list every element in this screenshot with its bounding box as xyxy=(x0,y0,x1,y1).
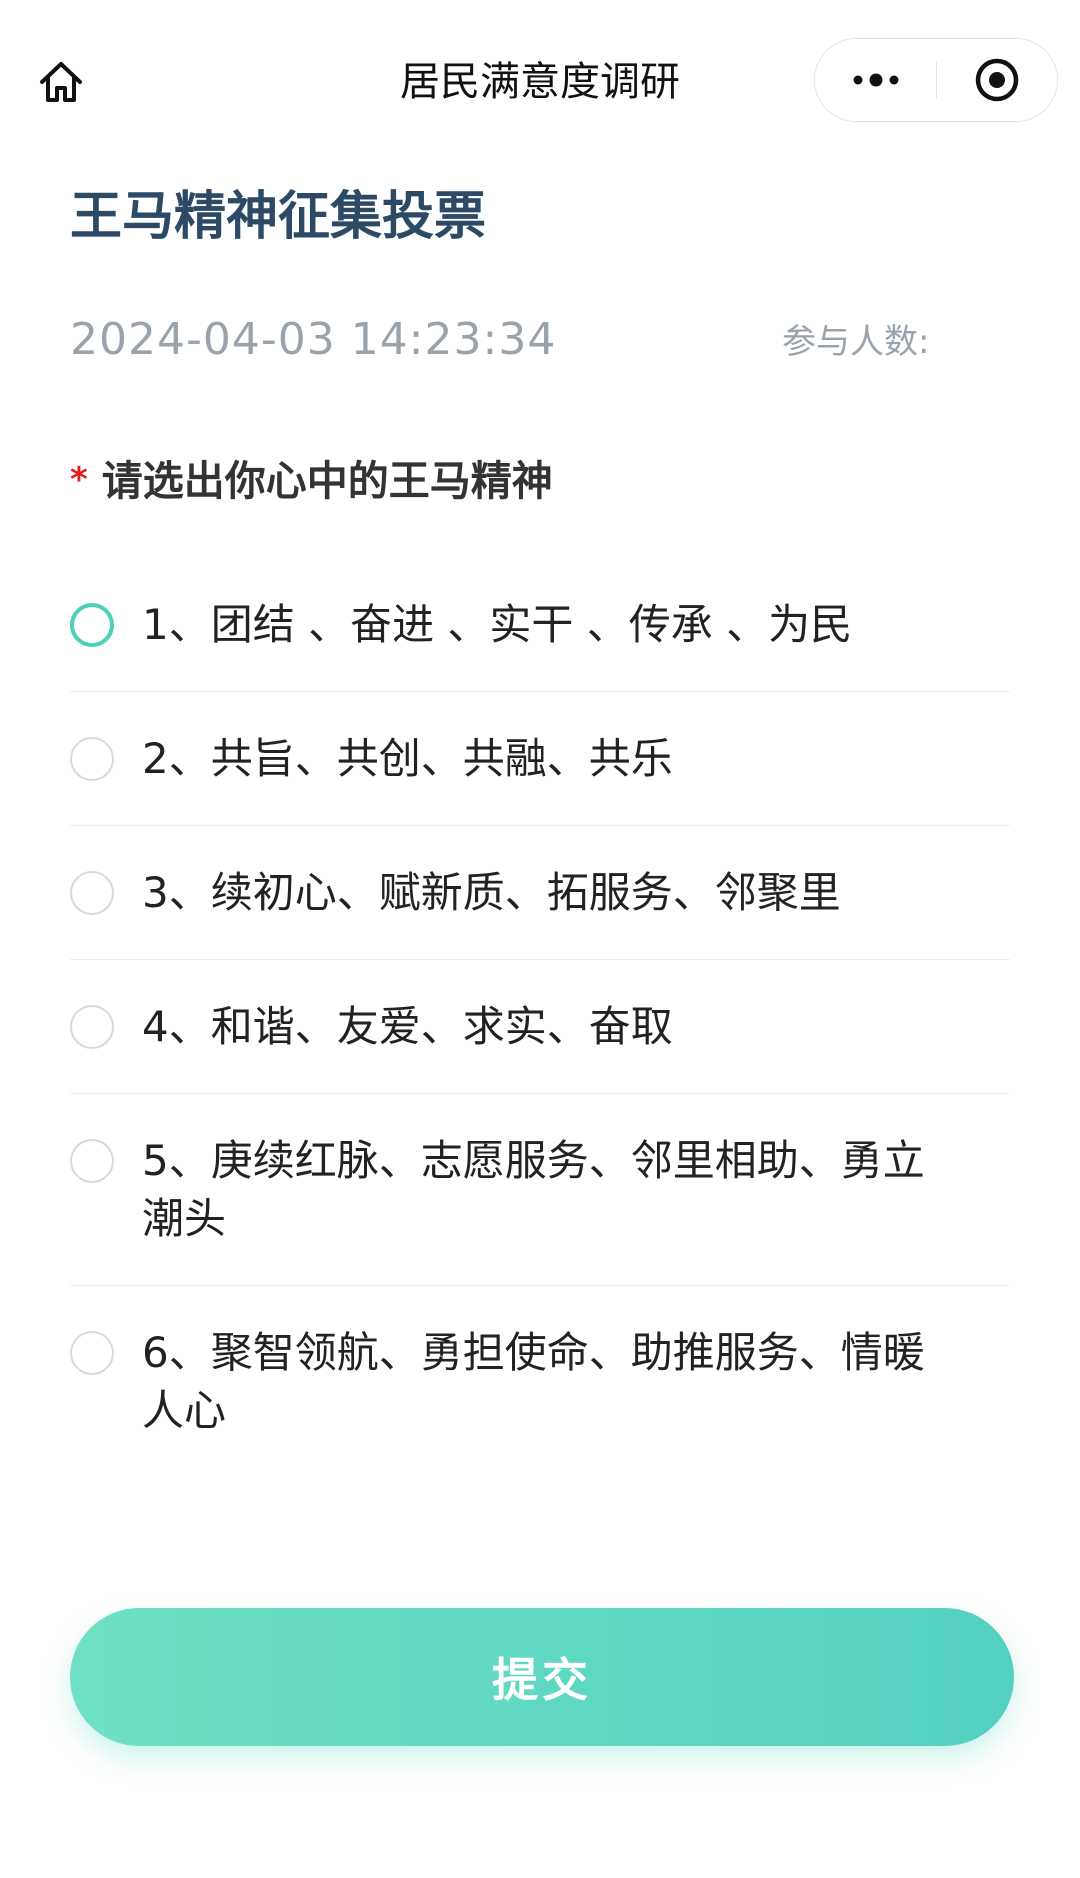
submit-button[interactable]: 提交 xyxy=(70,1608,1014,1746)
option-5[interactable]: 5、庚续红脉、志愿服务、邻里相助、勇立潮头 xyxy=(70,1094,1010,1286)
more-dots-icon xyxy=(853,73,898,87)
top-nav-bar: 居民满意度调研 xyxy=(0,0,1080,160)
survey-meta: 2024-04-03 14:23:34 参与人数: xyxy=(70,312,1010,368)
miniprogram-capsule xyxy=(814,38,1058,122)
option-label: 4、和谐、友爱、求实、奋取 xyxy=(142,1002,673,1051)
option-label: 1、团结 、奋进 、实干 、传承 、为民 xyxy=(142,600,853,649)
option-label: 6、聚智领航、勇担使命、助推服务、情暖人心 xyxy=(142,1328,925,1435)
radio-button[interactable] xyxy=(70,737,114,781)
radio-button-focused[interactable] xyxy=(70,603,114,647)
option-4[interactable]: 4、和谐、友爱、求实、奋取 xyxy=(70,960,1010,1094)
participants-count-label: 参与人数: xyxy=(782,322,930,362)
home-button[interactable] xyxy=(28,50,94,114)
radio-button[interactable] xyxy=(70,1005,114,1049)
question-prompt: * 请选出你心中的王马精神 xyxy=(70,452,553,509)
close-miniprogram-button[interactable] xyxy=(937,39,1057,121)
survey-timestamp: 2024-04-03 14:23:34 xyxy=(70,314,557,365)
question-text: 请选出你心中的王马精神 xyxy=(101,457,553,505)
option-label: 2、共旨、共创、共融、共乐 xyxy=(142,734,673,783)
home-icon xyxy=(40,62,82,102)
required-marker: * xyxy=(70,460,88,500)
radio-button[interactable] xyxy=(70,871,114,915)
option-1[interactable]: 1、团结 、奋进 、实干 、传承 、为民 xyxy=(70,558,1010,692)
survey-title: 王马精神征集投票 xyxy=(70,187,487,247)
miniprogram-close-icon xyxy=(975,58,1019,102)
radio-button[interactable] xyxy=(70,1331,114,1375)
option-label: 3、续初心、赋新质、拓服务、邻聚里 xyxy=(142,868,841,917)
more-button[interactable] xyxy=(815,39,936,121)
option-list: 1、团结 、奋进 、实干 、传承 、为民 2、共旨、共创、共融、共乐 3、续初心… xyxy=(70,558,1010,1477)
option-6[interactable]: 6、聚智领航、勇担使命、助推服务、情暖人心 xyxy=(70,1286,1010,1477)
radio-button[interactable] xyxy=(70,1139,114,1183)
option-3[interactable]: 3、续初心、赋新质、拓服务、邻聚里 xyxy=(70,826,1010,960)
option-2[interactable]: 2、共旨、共创、共融、共乐 xyxy=(70,692,1010,826)
option-label: 5、庚续红脉、志愿服务、邻里相助、勇立潮头 xyxy=(142,1136,925,1243)
